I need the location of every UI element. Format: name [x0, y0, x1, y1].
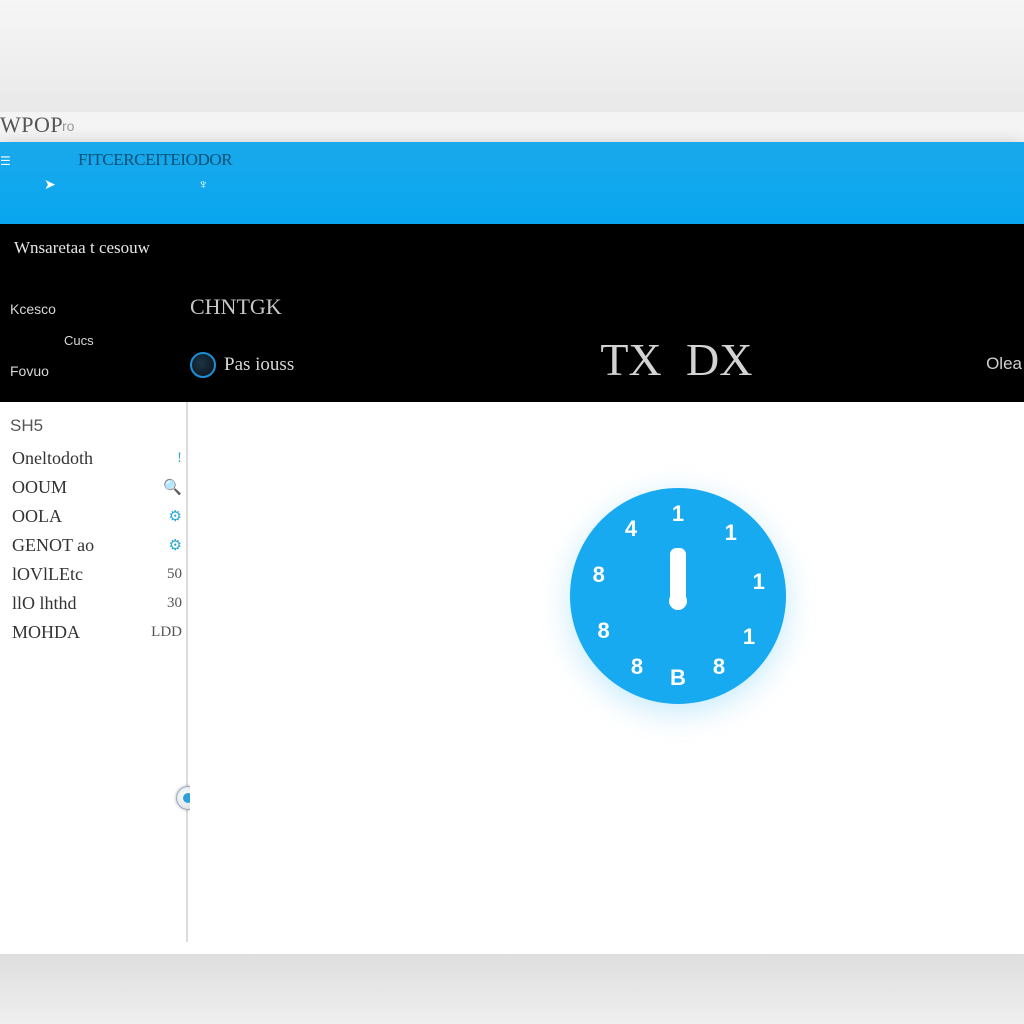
sidebar-item-label: Oneltodoth — [12, 448, 93, 468]
app-title: WPOP — [0, 112, 64, 137]
status-text: Pas iouss — [224, 354, 295, 375]
header-left-item[interactable]: Cucs — [10, 325, 170, 356]
sidebar-item-label: OOUM — [12, 477, 68, 497]
header-right-text[interactable]: Olea — [986, 354, 1022, 374]
header-left-item[interactable]: Kcesco — [10, 294, 170, 325]
clock-widget[interactable]: 11118B8884 — [570, 488, 786, 704]
header-panel: Wnsaretaa t cesouw Kcesco Cucs Fovuo CHN… — [0, 224, 1024, 402]
app-subtitle: ro — [62, 118, 75, 134]
fish-icon[interactable]: ➤ — [44, 176, 56, 193]
sidebar-item[interactable]: Oneltodoth ! — [12, 444, 182, 473]
sidebar-item[interactable]: MOHDA LDD — [12, 618, 182, 647]
app-window: ☰ FITCERCEITEIODOR ➤ ♆ Wnsaretaa t cesou… — [0, 142, 1024, 954]
sidebar-item-value: ! — [177, 450, 182, 466]
sidebar-heading: SH5 — [10, 416, 44, 435]
main-content: 11118B8884 — [190, 402, 1024, 954]
antenna-icon[interactable]: ♆ — [198, 176, 209, 192]
desktop-bottom — [0, 954, 1024, 1024]
section-title: CHNTGK — [190, 294, 282, 319]
sidebar-item-value: ⚙ — [168, 509, 182, 525]
clock-number: 1 — [752, 568, 765, 594]
sidebar-item-label: GENOT ao — [12, 535, 95, 555]
sidebar-item-label: llO lhthd — [12, 593, 77, 613]
ribbon-title: FITCERCEITEIODOR — [78, 150, 233, 169]
sidebar-item-value: ⚙ — [168, 538, 182, 554]
clock-number: 4 — [624, 515, 638, 541]
sidebar-item-label: MOHDA — [12, 622, 81, 642]
sidebar-item-value: LDD — [151, 624, 182, 640]
clock-number: B — [670, 665, 686, 690]
sidebar-item-value: 30 — [167, 595, 182, 611]
header-left-list: Kcesco Cucs Fovuo — [10, 294, 170, 387]
status-row: Pas iouss — [190, 350, 294, 380]
sidebar-item[interactable]: OOUM 🔍 — [12, 473, 182, 502]
clock-number: 1 — [724, 520, 737, 546]
clock-number: 1 — [671, 501, 685, 526]
sidebar-item[interactable]: GENOT ao ⚙ — [12, 531, 182, 560]
sidebar-item-value: 🔍 — [163, 480, 182, 496]
sidebar-item[interactable]: lOVlLEtc 50 — [12, 560, 182, 589]
sidebar-item[interactable]: OOLA ⚙ — [12, 502, 182, 531]
sidebar-item-value: 50 — [167, 566, 182, 582]
clock-number: 8 — [592, 561, 605, 587]
clock-number: 1 — [742, 624, 756, 649]
status-globe-icon — [190, 352, 216, 378]
sidebar: SH5 Oneltodoth ! OOUM 🔍 OOLA ⚙ GENOT ao … — [0, 402, 188, 942]
tool-button-tx[interactable]: TX — [600, 332, 662, 388]
header-left-item[interactable]: Fovuo — [10, 356, 170, 387]
sidebar-item-label: lOVlLEtc — [12, 564, 83, 584]
desktop-top — [0, 0, 1024, 112]
clock-hub — [669, 592, 687, 610]
clock-number: 8 — [712, 654, 726, 679]
clock-number: 8 — [630, 654, 644, 679]
tool-button-dx[interactable]: DX — [686, 332, 752, 388]
header-heading: Wnsaretaa t cesouw — [14, 238, 150, 257]
sidebar-item[interactable]: llO lhthd 30 — [12, 589, 182, 618]
menu-icon[interactable]: ☰ — [0, 154, 11, 168]
sidebar-item-label: OOLA — [12, 506, 62, 526]
ribbon-bar: ☰ FITCERCEITEIODOR ➤ ♆ — [0, 142, 1024, 224]
sidebar-list: Oneltodoth ! OOUM 🔍 OOLA ⚙ GENOT ao ⚙ lO… — [12, 444, 182, 647]
clock-number: 8 — [597, 617, 610, 643]
